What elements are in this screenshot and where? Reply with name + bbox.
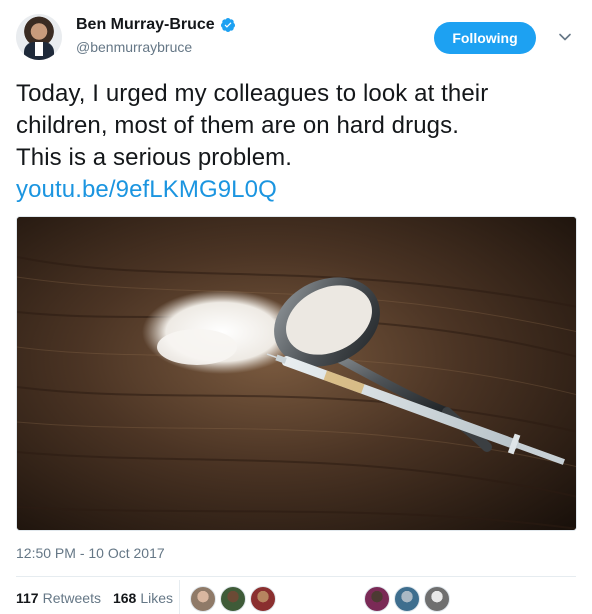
tweet-line: This is a serious problem. — [16, 144, 293, 171]
likes-label[interactable]: Likes — [140, 590, 173, 606]
tweet-stats: 117 Retweets 168 Likes — [16, 590, 185, 606]
avatar-shirt — [35, 42, 43, 56]
retweets-label[interactable]: Retweets — [43, 590, 101, 606]
following-button[interactable]: Following — [434, 22, 536, 54]
user-handle[interactable]: @benmurraybruce — [76, 39, 192, 55]
tweet-link[interactable]: youtu.be/9efLKMG9L0Q — [16, 174, 576, 206]
tweet-text: Today, I urged my colleagues to look at … — [16, 78, 576, 206]
likes-count[interactable]: 168 — [113, 590, 136, 606]
liker-avatar[interactable] — [364, 586, 390, 612]
tweet-media-image[interactable] — [16, 216, 577, 531]
tweet-timestamp[interactable]: 12:50 PM - 10 Oct 2017 — [16, 545, 165, 561]
liker-avatars — [190, 586, 276, 612]
display-name[interactable]: Ben Murray-Bruce — [76, 16, 215, 34]
liker-avatar[interactable] — [220, 586, 246, 612]
tweet-line: Today, I urged my colleagues to look at … — [16, 80, 489, 107]
tweet-line: children, most of them are on hard drugs… — [16, 112, 459, 139]
liker-avatars-more — [364, 586, 450, 612]
chevron-down-icon[interactable] — [558, 30, 572, 44]
verified-badge-icon — [220, 18, 235, 32]
name-row: Ben Murray-Bruce — [76, 16, 236, 34]
liker-avatar[interactable] — [424, 586, 450, 612]
liker-avatar[interactable] — [190, 586, 216, 612]
liker-avatar[interactable] — [250, 586, 276, 612]
retweets-count[interactable]: 117 — [16, 590, 39, 606]
tweet-header: Ben Murray-Bruce @benmurraybruce Followi… — [16, 12, 576, 60]
stats-divider — [179, 580, 180, 614]
divider — [16, 576, 576, 577]
drug-photo — [17, 217, 576, 530]
liker-avatar[interactable] — [394, 586, 420, 612]
avatar[interactable] — [16, 14, 62, 60]
